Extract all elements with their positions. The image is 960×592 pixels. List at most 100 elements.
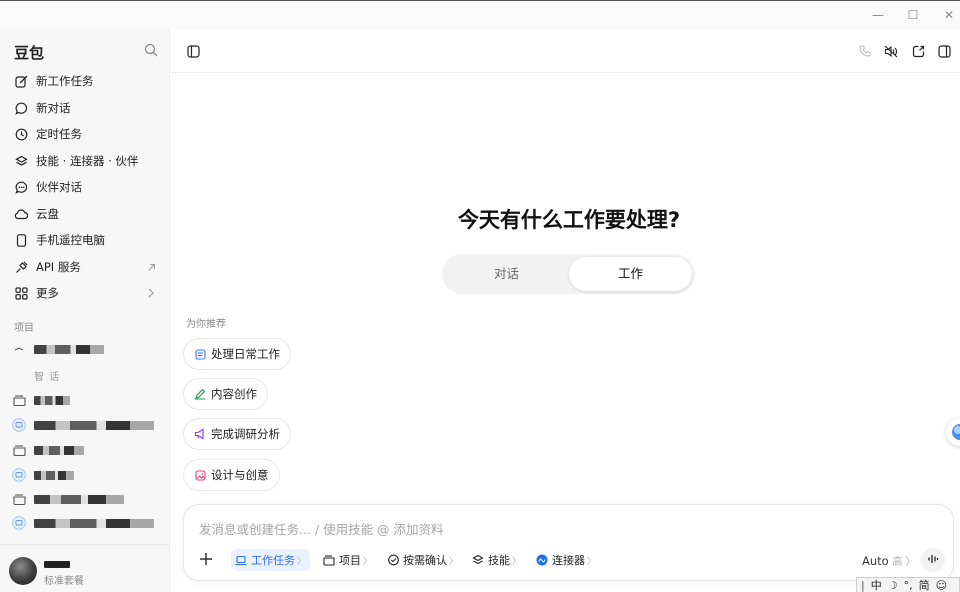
sidebar-item-label: 技能 · 连接器 · 伙伴 [36,154,139,168]
project-item[interactable] [12,513,154,533]
external-link-icon [144,260,158,274]
model-selector[interactable]: Auto 高 〉 [862,553,916,568]
folder-icon [12,393,26,407]
phone-icon [13,232,29,248]
project-item[interactable] [12,440,84,460]
pen-icon [194,388,206,400]
suggestion-design[interactable]: 设计与创意 [183,459,280,491]
projects-section-label: 项目 [14,323,34,334]
sidebar-item-label: 云盘 [36,207,59,221]
ime-simplified[interactable]: 简 [919,577,930,592]
user-profile[interactable]: 标准套餐 [0,544,170,592]
suggestion-daily-work[interactable]: 处理日常工作 [183,338,291,370]
chat-bubble-icon [12,516,26,530]
sidebar-item-label: API 服务 [36,260,81,274]
recommend-label: 为你推荐 [186,319,226,330]
sidebar-item-remote-pc[interactable]: 手机遥控电脑 [6,227,164,253]
project-item[interactable] [12,415,154,435]
main-panel: 今天有什么工作要处理? 对话 工作 为你推荐 处理日常工作 内容创作 完成调研分… [171,29,960,592]
work-task-selector[interactable]: 工作任务〉 [231,549,311,571]
title-bar: — ☐ ✕ [0,1,960,29]
connector-selector[interactable]: 连接器〉 [532,549,600,571]
maximize-button[interactable]: ☐ [899,5,927,25]
sidebar: 豆包 新工作任务 新对话 定时任务 技能 · 连接器 · 伙伴 伙伴对话 云盘 [0,29,170,592]
voice-input-button[interactable] [921,548,945,572]
laptop-icon [235,554,247,566]
sidebar-item-label: 新工作任务 [36,74,94,88]
phone-call-icon[interactable] [857,43,873,59]
sidebar-item-label: 新对话 [36,101,71,115]
toggle-sidebar-icon[interactable] [185,43,201,59]
mode-toggle: 对话 工作 [442,254,695,294]
ime-toolbar[interactable]: | 中 ☽ °, 简 ☺ [856,577,960,592]
avatar[interactable] [9,557,37,585]
megaphone-icon [194,428,206,440]
connector-icon [536,554,548,566]
skills-selector[interactable]: 技能〉 [468,549,525,571]
message-input[interactable]: 发消息或创建任务... / 使用技能 @ 添加资料 [199,519,444,538]
folder-icon [12,443,26,457]
ime-moon-icon[interactable]: ☽ [888,579,898,592]
add-attachment-button[interactable] [197,550,215,568]
new-window-icon[interactable] [910,43,926,59]
chat-bubble-icon [12,418,26,432]
ime-mode[interactable]: 中 [871,577,882,592]
floating-assistant-icon[interactable] [946,418,960,446]
project-item[interactable] [12,489,124,509]
ime-emoji-icon[interactable]: ☺ [936,579,947,592]
folder-icon [323,554,335,566]
sidebar-item-cloud-drive[interactable]: 云盘 [6,201,164,227]
sidebar-item-label: 定时任务 [36,127,82,141]
suggestion-content-creation[interactable]: 内容创作 [183,378,268,410]
top-bar [171,29,960,73]
sidebar-item-skills[interactable]: 技能 · 连接器 · 伙伴 [6,148,164,174]
project-item[interactable] [12,465,74,485]
layers-icon [13,153,29,169]
sidebar-item-api-service[interactable]: API 服务 [6,254,164,280]
suggestion-research[interactable]: 完成调研分析 [183,418,291,450]
project-item[interactable] [12,339,104,359]
document-icon [194,348,206,360]
tab-chat[interactable]: 对话 [445,257,568,291]
cloud-icon [13,206,29,222]
chat-bubble-icon [12,468,26,482]
grid-icon [13,285,29,301]
page-title: 今天有什么工作要处理? [457,208,681,232]
image-icon [194,469,206,481]
right-panel-icon[interactable] [936,43,952,59]
waveform-icon [927,553,939,568]
api-plug-icon [13,259,29,275]
sidebar-item-partner-chat[interactable]: 伙伴对话 [6,174,164,200]
chat-bubble-icon [13,100,29,116]
sidebar-item-label: 更多 [36,286,59,300]
tab-work[interactable]: 工作 [569,257,692,291]
chat-dots-icon [13,179,29,195]
ime-punctuation[interactable]: °, [904,579,913,592]
user-plan: 标准套餐 [44,576,84,587]
minimize-button[interactable]: — [864,5,892,25]
project-item[interactable] [12,390,70,410]
brand-title: 豆包 [14,44,45,62]
close-button[interactable]: ✕ [935,5,960,25]
search-icon[interactable] [144,43,158,57]
sidebar-item-label: 手机遥控电脑 [36,233,105,247]
app-window: — ☐ ✕ 豆包 新工作任务 新对话 定时任务 技能 · 连接器 · 伙伴 伙伴… [0,0,960,592]
mute-icon[interactable] [883,43,899,59]
shield-check-icon [387,554,399,566]
project-selector[interactable]: 项目〉 [319,549,376,571]
sidebar-item-new-work-task[interactable]: 新工作任务 [6,68,164,94]
user-name [44,561,70,568]
sidebar-item-more[interactable]: 更多 [6,280,164,306]
confirm-mode-selector[interactable]: 按需确认〉 [383,549,462,571]
folder-icon [12,492,26,506]
sidebar-item-new-chat[interactable]: 新对话 [6,95,164,121]
edit-icon [13,73,29,89]
chevron-right-icon [144,286,158,300]
sidebar-item-label: 伙伴对话 [36,180,82,194]
project-sub-item[interactable]: 智 话 [34,368,60,383]
message-composer[interactable]: 发消息或创建任务... / 使用技能 @ 添加资料 工作任务〉 项目〉 按需确认… [183,504,954,581]
layers-icon [472,554,484,566]
sidebar-item-scheduled-tasks[interactable]: 定时任务 [6,121,164,147]
collapse-dash-icon [12,342,26,356]
clock-icon [13,126,29,142]
